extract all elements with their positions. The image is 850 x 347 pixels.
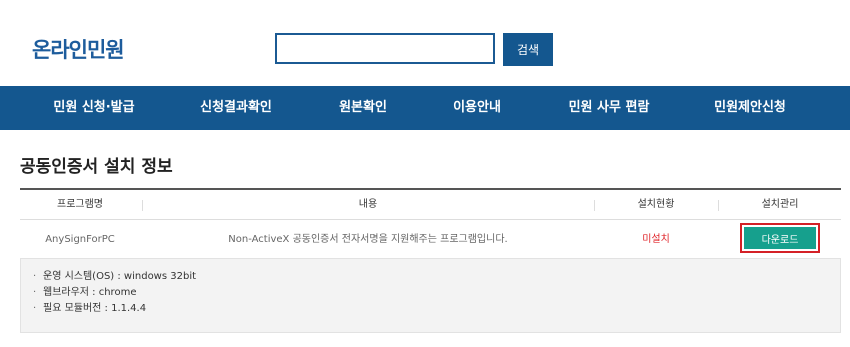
- install-status: 미설치: [642, 234, 670, 245]
- info-module-version: 필요 모듈버전 : 1.1.4.4: [43, 303, 147, 314]
- header-program: 프로그램명: [57, 199, 103, 210]
- system-info-box: · 운영 시스템(OS) : windows 32bit · 웹브라우저 : chr…: [20, 258, 841, 333]
- install-table: 프로그램명 내용 설치현황 설치관리 AnySignForPC Non-Acti…: [20, 188, 841, 260]
- header-status: 설치현황: [637, 199, 675, 210]
- nav-item-suggestion[interactable]: 민원제안신청: [714, 86, 786, 130]
- info-item: · 운영 시스템(OS) : windows 32bit: [33, 269, 840, 285]
- info-item: · 웹브라우저 : chrome: [33, 285, 840, 301]
- program-name: AnySignForPC: [45, 234, 115, 245]
- info-browser: 웹브라우저 : chrome: [43, 287, 137, 298]
- nav-item-manual[interactable]: 민원 사무 편람: [569, 86, 650, 130]
- bullet-icon: ·: [33, 287, 37, 298]
- info-os: 운영 시스템(OS) : windows 32bit: [43, 271, 197, 282]
- nav-item-original[interactable]: 원본확인: [339, 86, 387, 130]
- nav-item-apply[interactable]: 민원 신청·발급: [53, 86, 134, 130]
- page-title: 공동인증서 설치 정보: [20, 157, 173, 177]
- table-row: AnySignForPC Non-ActiveX 공동인증서 전자서명을 지원해…: [20, 220, 841, 260]
- bullet-icon: ·: [33, 303, 37, 314]
- info-item: · 필요 모듈버전 : 1.1.4.4: [33, 301, 840, 317]
- program-description: Non-ActiveX 공동인증서 전자서명을 지원해주는 프로그램입니다.: [228, 234, 508, 245]
- nav-item-guide[interactable]: 이용안내: [453, 86, 501, 130]
- bullet-icon: ·: [33, 271, 37, 282]
- main-nav: 민원 신청·발급 신청결과확인 원본확인 이용안내 민원 사무 편람 민원제안신…: [0, 86, 850, 130]
- download-button[interactable]: 다운로드: [744, 227, 816, 249]
- table-header: 프로그램명 내용 설치현황 설치관리: [20, 190, 841, 220]
- search-input[interactable]: [275, 33, 495, 64]
- search-button[interactable]: 검색: [503, 33, 553, 66]
- header-manage: 설치관리: [761, 199, 799, 210]
- header-content: 내용: [358, 199, 378, 210]
- download-highlight: 다운로드: [740, 223, 820, 253]
- nav-item-result[interactable]: 신청결과확인: [200, 86, 272, 130]
- logo[interactable]: 온라인민원: [32, 34, 125, 64]
